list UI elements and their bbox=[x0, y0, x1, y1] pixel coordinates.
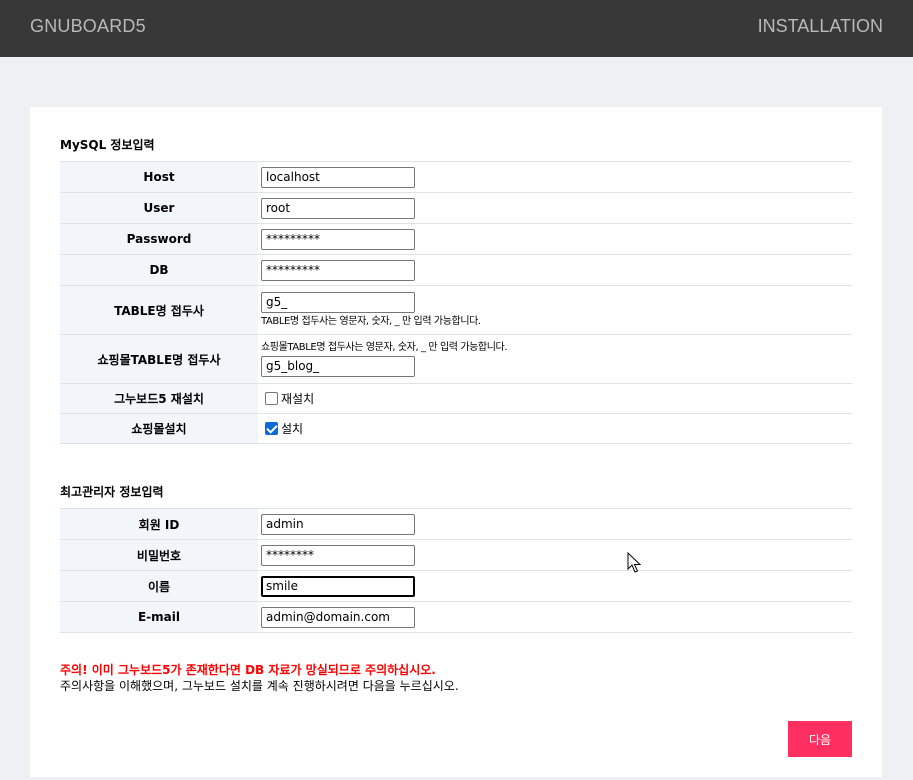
user-row: User root bbox=[60, 192, 852, 224]
reinstall-option[interactable]: 재설치 bbox=[261, 390, 852, 407]
reinstall-checkbox[interactable] bbox=[265, 392, 278, 405]
admin-section-title: 최고관리자 정보입력 bbox=[60, 485, 164, 499]
shop-install-label: 쇼핑몰설치 bbox=[60, 413, 258, 444]
db-input[interactable]: ********* bbox=[261, 259, 415, 281]
reinstall-label: 그누보드5 재설치 bbox=[60, 383, 258, 414]
user-label: User bbox=[60, 192, 258, 224]
shop-prefix-row: 쇼핑몰TABLE명 접두사 쇼핑몰TABLE명 접두사는 영문자, 숫자, _ … bbox=[60, 334, 852, 384]
admin-email-row: E-mail admin@domain.com bbox=[60, 601, 852, 633]
admin-email-label: E-mail bbox=[60, 601, 258, 633]
admin-password-row: 비밀번호 ******** bbox=[60, 539, 852, 571]
password-label: Password bbox=[60, 223, 258, 255]
user-input[interactable]: root bbox=[261, 197, 415, 219]
admin-id-label: 회원 ID bbox=[60, 508, 258, 540]
table-prefix-help: TABLE명 접두사는 영문자, 숫자, _ 만 입력 가능합니다. bbox=[261, 316, 481, 327]
step-title: INSTALLATION bbox=[757, 16, 883, 36]
table-prefix-row: TABLE명 접두사 g5_ TABLE명 접두사는 영문자, 숫자, _ 만 … bbox=[60, 285, 852, 335]
admin-password-input[interactable]: ******** bbox=[261, 544, 415, 566]
next-button[interactable]: 다음 bbox=[788, 721, 852, 757]
shop-install-row: 쇼핑몰설치 설치 bbox=[60, 413, 852, 444]
password-row: Password ********* bbox=[60, 223, 852, 255]
shop-prefix-input[interactable]: g5_blog_ bbox=[261, 355, 415, 377]
admin-name-input[interactable]: smile bbox=[261, 575, 415, 597]
admin-password-label: 비밀번호 bbox=[60, 539, 258, 571]
admin-email-input[interactable]: admin@domain.com bbox=[261, 606, 415, 628]
shop-prefix-label: 쇼핑몰TABLE명 접두사 bbox=[60, 334, 258, 384]
shop-install-option-label: 설치 bbox=[281, 422, 304, 436]
db-label: DB bbox=[60, 254, 258, 286]
admin-id-input[interactable]: admin bbox=[261, 513, 415, 535]
password-input[interactable]: ********* bbox=[261, 228, 415, 250]
brand-logo: GNUBOARD5 bbox=[30, 16, 146, 36]
admin-id-row: 회원 ID admin bbox=[60, 508, 852, 540]
shop-install-checkbox[interactable] bbox=[265, 422, 278, 435]
host-label: Host bbox=[60, 161, 258, 193]
reinstall-row: 그누보드5 재설치 재설치 bbox=[60, 383, 852, 414]
mouse-cursor-icon bbox=[627, 552, 641, 573]
admin-name-label: 이름 bbox=[60, 570, 258, 602]
admin-name-row: 이름 smile bbox=[60, 570, 852, 602]
continue-notice: 주의사항을 이해했으며, 그누보드 설치를 계속 진행하시려면 다음을 누르십시… bbox=[60, 679, 459, 693]
shop-prefix-help: 쇼핑몰TABLE명 접두사는 영문자, 숫자, _ 만 입력 가능합니다. bbox=[261, 341, 508, 353]
mysql-form-table: Host localhost User root Password ******… bbox=[60, 161, 852, 444]
data-loss-warning: 주의! 이미 그누보드5가 존재한다면 DB 자료가 망실되므로 주의하십시오. bbox=[60, 663, 436, 677]
host-input[interactable]: localhost bbox=[261, 166, 415, 188]
shop-install-option[interactable]: 설치 bbox=[261, 420, 852, 437]
table-prefix-label: TABLE명 접두사 bbox=[60, 285, 258, 335]
mysql-section-title: MySQL 정보입력 bbox=[60, 138, 155, 152]
db-row: DB ********* bbox=[60, 254, 852, 286]
admin-form-table: 회원 ID admin 비밀번호 ******** 이름 smile E-mai… bbox=[60, 508, 852, 633]
table-prefix-input[interactable]: g5_ bbox=[261, 292, 415, 313]
top-bar: GNUBOARD5 INSTALLATION bbox=[0, 0, 913, 57]
install-form-panel: MySQL 정보입력 Host localhost User root Pass… bbox=[30, 107, 882, 777]
reinstall-option-label: 재설치 bbox=[281, 392, 315, 406]
host-row: Host localhost bbox=[60, 161, 852, 193]
